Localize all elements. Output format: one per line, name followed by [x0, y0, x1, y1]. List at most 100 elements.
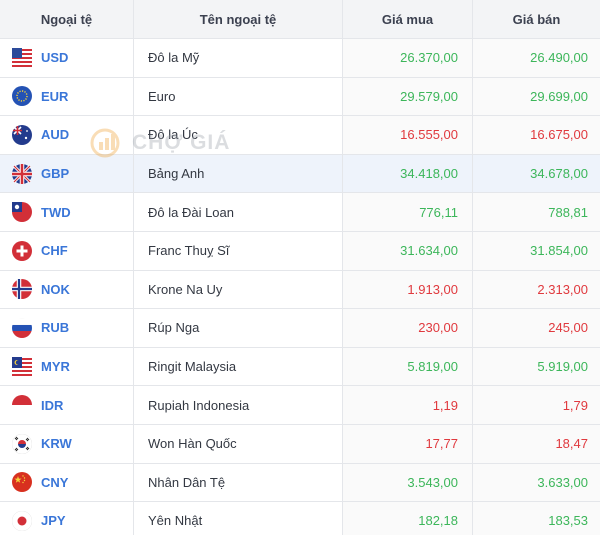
buy-price: 1.913,00: [343, 270, 473, 309]
buy-price: 26.370,00: [343, 39, 473, 77]
currency-code-cell: MYR: [0, 347, 134, 386]
table-row[interactable]: EUR Euro 29.579,00 29.699,00: [0, 77, 600, 117]
currency-name: Đô la Đài Loan: [148, 204, 234, 220]
currency-name-cell: Krone Na Uy: [134, 270, 343, 309]
currency-code: EUR: [41, 88, 69, 104]
sell-price: 31.854,00: [473, 231, 600, 270]
table-row[interactable]: USD Đô la Mỹ 26.370,00 26.490,00: [0, 39, 600, 78]
table-row[interactable]: MYR Ringit Malaysia 5.819,00 5.919,00: [0, 347, 600, 387]
currency-name: Rúp Nga: [148, 320, 200, 336]
tw-flag-icon: [12, 202, 32, 223]
currency-name-cell: Euro: [134, 77, 343, 116]
gb-flag-icon: [12, 163, 32, 184]
currency-code-cell: IDR: [0, 386, 134, 424]
buy-price: 29.579,00: [343, 77, 473, 116]
ru-flag-icon: [12, 317, 32, 338]
sell-price: 34.678,00: [473, 154, 600, 193]
sell-price: 5.919,00: [473, 347, 600, 386]
currency-code-cell: GBP: [0, 154, 134, 193]
cn-flag-icon: [12, 472, 32, 493]
buy-price: 776,11: [343, 193, 473, 231]
sell-price: 29.699,00: [473, 77, 600, 116]
table-row[interactable]: KRW Won Hàn Quốc 17,77 18,47: [0, 424, 600, 464]
buy-price: 182,18: [343, 502, 473, 535]
currency-code: NOK: [41, 281, 70, 297]
currency-code: MYR: [41, 359, 70, 375]
sell-price: 245,00: [473, 309, 600, 347]
ch-flag-icon: [12, 240, 32, 261]
currency-code-cell: NOK: [0, 270, 134, 309]
table-row[interactable]: TWD Đô la Đài Loan 776,11 788,81: [0, 193, 600, 232]
currency-name: Yên Nhật: [148, 513, 203, 529]
currency-code: GBP: [41, 166, 70, 182]
currency-name: Won Hàn Quốc: [148, 436, 237, 452]
buy-price: 1,19: [343, 386, 473, 424]
currency-name-cell: Nhân Dân Tệ: [134, 463, 343, 502]
sell-price: 16.675,00: [473, 116, 600, 154]
kr-flag-icon: [12, 433, 32, 454]
buy-price: 31.634,00: [343, 231, 473, 270]
currency-name: Nhân Dân Tệ: [148, 474, 226, 490]
table-row[interactable]: IDR Rupiah Indonesia 1,19 1,79: [0, 386, 600, 425]
currency-code: KRW: [41, 436, 72, 452]
sell-price: 2.313,00: [473, 270, 600, 309]
currency-name: Euro: [148, 88, 176, 104]
table-row[interactable]: CHF Franc Thuỵ Sĩ 31.634,00 31.854,00: [0, 231, 600, 271]
currency-name: Đô la Mỹ: [148, 50, 200, 66]
sell-price: 788,81: [473, 193, 600, 231]
currency-code-cell: EUR: [0, 77, 134, 116]
table-row[interactable]: JPY Yên Nhật 182,18 183,53: [0, 502, 600, 535]
currency-name-cell: Bảng Anh: [134, 154, 343, 193]
currency-code: CNY: [41, 474, 69, 490]
currency-name: Bảng Anh: [148, 166, 205, 182]
currency-code-cell: CHF: [0, 231, 134, 270]
sell-price: 26.490,00: [473, 39, 600, 77]
currency-name-cell: Won Hàn Quốc: [134, 424, 343, 463]
currency-name-cell: Đô la Mỹ: [134, 39, 343, 77]
sell-price: 183,53: [473, 502, 600, 535]
buy-price: 34.418,00: [343, 154, 473, 193]
currency-code-cell: CNY: [0, 463, 134, 502]
us-flag-icon: [12, 47, 32, 68]
currency-code: RUB: [41, 320, 70, 336]
buy-price: 5.819,00: [343, 347, 473, 386]
currency-code: IDR: [41, 397, 64, 413]
currency-name: Krone Na Uy: [148, 281, 223, 297]
currency-name-cell: Rúp Nga: [134, 309, 343, 347]
currency-name-cell: Rupiah Indonesia: [134, 386, 343, 424]
header-buy-price: Giá mua: [343, 0, 473, 38]
currency-code: USD: [41, 50, 69, 66]
id-flag-icon: [12, 395, 32, 416]
sell-price: 1,79: [473, 386, 600, 424]
currency-name: Ringit Malaysia: [148, 359, 237, 375]
my-flag-icon: [12, 356, 32, 377]
sell-price: 18,47: [473, 424, 600, 463]
exchange-rate-table: Ngoại tệ Tên ngoại tệ Giá mua Giá bán US…: [0, 0, 600, 535]
currency-code: JPY: [41, 513, 66, 529]
buy-price: 17,77: [343, 424, 473, 463]
currency-code: AUD: [41, 127, 70, 143]
header-currency-code: Ngoại tệ: [0, 0, 134, 38]
currency-code-cell: JPY: [0, 502, 134, 535]
currency-name-cell: Đô la Úc: [134, 116, 343, 154]
table-row[interactable]: GBP Bảng Anh 34.418,00 34.678,00: [0, 154, 600, 194]
table-row[interactable]: NOK Krone Na Uy 1.913,00 2.313,00: [0, 270, 600, 310]
header-sell-price: Giá bán: [473, 0, 600, 38]
currency-code-cell: KRW: [0, 424, 134, 463]
currency-code-cell: USD: [0, 39, 134, 77]
table-row[interactable]: RUB Rúp Nga 230,00 245,00: [0, 309, 600, 348]
buy-price: 16.555,00: [343, 116, 473, 154]
buy-price: 3.543,00: [343, 463, 473, 502]
currency-code: CHF: [41, 243, 68, 259]
currency-name-cell: Ringit Malaysia: [134, 347, 343, 386]
currency-name: Đô la Úc: [148, 127, 198, 143]
currency-code-cell: AUD: [0, 116, 134, 154]
jp-flag-icon: [12, 510, 32, 531]
table-header: Ngoại tệ Tên ngoại tệ Giá mua Giá bán: [0, 0, 600, 39]
currency-code: TWD: [41, 204, 71, 220]
header-currency-name: Tên ngoại tệ: [134, 0, 343, 38]
table-row[interactable]: AUD Đô la Úc 16.555,00 16.675,00: [0, 116, 600, 155]
currency-name: Franc Thuỵ Sĩ: [148, 243, 230, 259]
buy-price: 230,00: [343, 309, 473, 347]
table-row[interactable]: CNY Nhân Dân Tệ 3.543,00 3.633,00: [0, 463, 600, 503]
